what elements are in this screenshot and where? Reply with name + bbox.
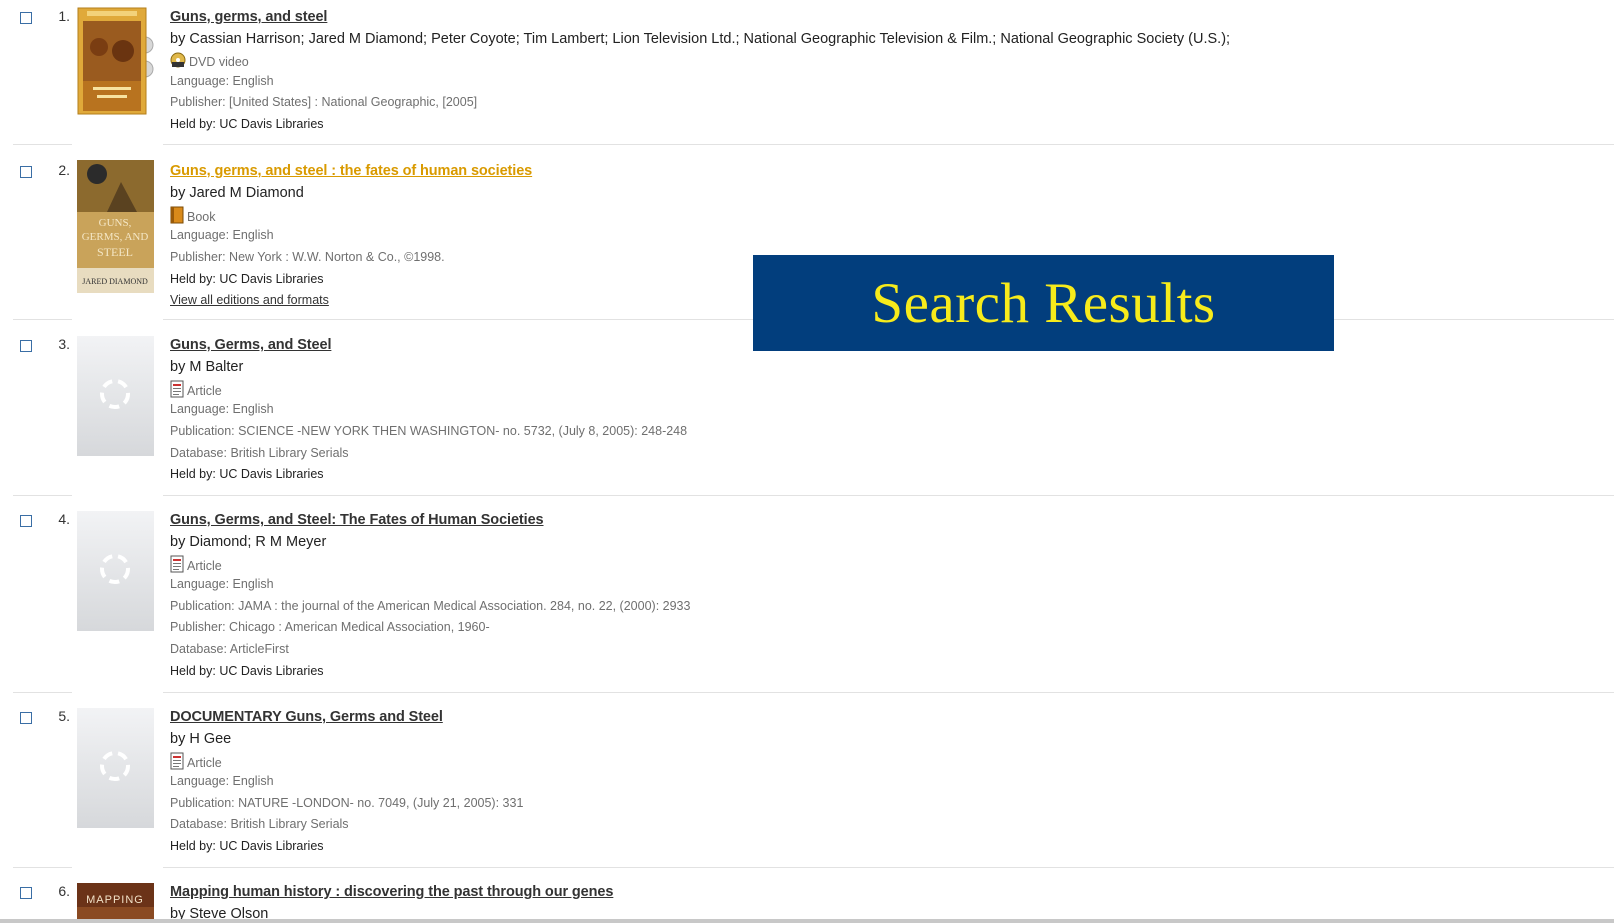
book-cover-thumbnail[interactable]: MAPPING	[77, 883, 154, 919]
svg-text:JARED DIAMOND: JARED DIAMOND	[82, 277, 148, 286]
result-title-link[interactable]: Mapping human history : discovering the …	[170, 884, 613, 900]
divider	[13, 319, 47, 320]
result-item: 4. Guns, Germs, and Steel: The Fates of …	[0, 496, 1614, 693]
result-publication: Publication: JAMA : the journal of the A…	[170, 599, 691, 613]
result-format: DVD video	[170, 52, 249, 71]
result-item: 6. MAPPING Mapping human history : disco…	[0, 868, 1614, 919]
result-title-link[interactable]: Guns, germs, and steel : the fates of hu…	[170, 163, 532, 179]
cover-title-text: MAPPING	[86, 894, 144, 906]
svg-text:STEEL: STEEL	[97, 245, 133, 259]
result-language: Language: English	[170, 402, 274, 416]
result-authors: by Diamond; R M Meyer	[170, 534, 327, 550]
select-checkbox[interactable]	[20, 887, 32, 899]
divider	[47, 144, 72, 145]
svg-text:GUNS,: GUNS,	[99, 217, 132, 229]
window-bottom-edge	[0, 919, 1614, 923]
result-held-by: Held by: UC Davis Libraries	[170, 664, 324, 678]
result-language: Language: English	[170, 774, 274, 788]
result-format: Article	[170, 380, 222, 401]
select-checkbox[interactable]	[20, 166, 32, 178]
select-checkbox[interactable]	[20, 515, 32, 527]
result-publisher: Publisher: [United States] : National Ge…	[170, 95, 478, 109]
format-label: Article	[187, 558, 222, 573]
result-database: Database: British Library Serials	[170, 446, 349, 460]
result-held-by: Held by: UC Davis Libraries	[170, 117, 324, 131]
dvd-icon	[170, 52, 186, 71]
svg-text:GERMS, AND: GERMS, AND	[82, 231, 149, 243]
banner-title: Search Results	[871, 271, 1216, 335]
result-number: 2.	[58, 162, 70, 178]
search-results-banner: Search Results	[753, 255, 1334, 351]
select-checkbox[interactable]	[20, 712, 32, 724]
result-number: 4.	[58, 511, 70, 527]
result-authors: by Steve Olson	[170, 906, 269, 919]
result-authors: by Jared M Diamond	[170, 185, 304, 201]
result-language: Language: English	[170, 577, 274, 591]
select-checkbox[interactable]	[20, 12, 32, 24]
format-label: Book	[187, 209, 216, 224]
result-authors: by H Gee	[170, 731, 232, 747]
result-number: 3.	[58, 336, 70, 352]
book-cover-thumbnail[interactable]: GUNS, GERMS, AND STEEL JARED DIAMOND	[77, 160, 154, 293]
result-held-by: Held by: UC Davis Libraries	[170, 839, 324, 853]
result-format: Article	[170, 752, 222, 773]
result-number: 6.	[58, 883, 70, 899]
result-title-link[interactable]: Guns, germs, and steel	[170, 9, 327, 25]
select-checkbox[interactable]	[20, 340, 32, 352]
divider	[47, 319, 72, 320]
placeholder-thumbnail	[77, 511, 154, 631]
result-item: 1. Guns, germs, and steel by Cassian Har…	[0, 0, 1614, 146]
result-authors: by M Balter	[170, 359, 244, 375]
result-language: Language: English	[170, 74, 274, 88]
result-title-link[interactable]: DOCUMENTARY Guns, Germs and Steel	[170, 709, 443, 725]
format-label: DVD video	[189, 54, 249, 69]
result-database: Database: ArticleFirst	[170, 642, 289, 656]
result-title-link[interactable]: Guns, Germs, and Steel: The Fates of Hum…	[170, 512, 544, 528]
result-item: 5. DOCUMENTARY Guns, Germs and Steel by …	[0, 693, 1614, 868]
result-authors: by Cassian Harrison; Jared M Diamond; Pe…	[170, 31, 1231, 47]
result-number: 5.	[58, 708, 70, 724]
result-publisher: Publisher: Chicago : American Medical As…	[170, 620, 490, 634]
placeholder-thumbnail	[77, 336, 154, 456]
format-label: Article	[187, 755, 222, 770]
result-format: Article	[170, 555, 222, 576]
dvd-cover-thumbnail[interactable]	[77, 7, 154, 115]
result-held-by: Held by: UC Davis Libraries	[170, 272, 324, 286]
article-icon	[170, 380, 184, 401]
article-icon	[170, 752, 184, 773]
divider	[163, 144, 1614, 145]
result-format: Book	[170, 206, 216, 227]
result-title-link[interactable]: Guns, Germs, and Steel	[170, 337, 331, 353]
result-publication: Publication: NATURE -LONDON- no. 7049, (…	[170, 796, 524, 810]
result-number: 1.	[58, 8, 70, 24]
book-icon	[170, 206, 184, 227]
result-database: Database: British Library Serials	[170, 817, 349, 831]
result-publication: Publication: SCIENCE -NEW YORK THEN WASH…	[170, 424, 688, 438]
result-held-by: Held by: UC Davis Libraries	[170, 467, 324, 481]
placeholder-thumbnail	[77, 708, 154, 828]
article-icon	[170, 555, 184, 576]
view-all-editions-link[interactable]: View all editions and formats	[170, 293, 329, 307]
result-language: Language: English	[170, 228, 274, 242]
format-label: Article	[187, 383, 222, 398]
result-publisher: Publisher: New York : W.W. Norton & Co.,…	[170, 250, 445, 264]
divider	[13, 144, 47, 145]
